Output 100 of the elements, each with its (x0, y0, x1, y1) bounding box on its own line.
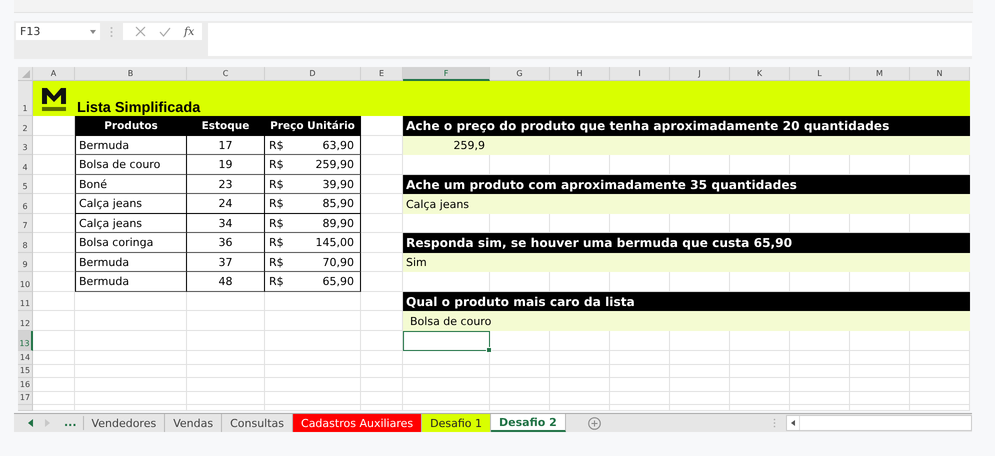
row-header[interactable]: 1 (18, 81, 33, 116)
row-header[interactable]: 14 (18, 351, 33, 365)
row-header[interactable]: 8 (18, 233, 33, 253)
column-header[interactable]: L (790, 67, 850, 81)
empty-cell[interactable] (670, 365, 730, 378)
empty-cell[interactable] (550, 365, 610, 378)
empty-cell[interactable] (730, 405, 790, 411)
sheet-tab[interactable]: Vendedores (84, 414, 166, 432)
empty-cell[interactable] (730, 365, 790, 378)
column-header[interactable]: C (187, 67, 265, 81)
empty-cell[interactable] (187, 378, 265, 392)
row-header[interactable] (18, 405, 33, 411)
column-header[interactable]: K (730, 67, 790, 81)
empty-cell[interactable] (670, 351, 730, 365)
empty-cell[interactable] (403, 365, 490, 378)
select-all-icon[interactable] (22, 70, 30, 78)
empty-cell[interactable] (790, 392, 850, 405)
row-header[interactable]: 9 (18, 253, 33, 272)
empty-cell[interactable] (265, 392, 361, 405)
column-header[interactable]: N (910, 67, 970, 81)
empty-cell[interactable] (790, 365, 850, 378)
column-header[interactable]: M (850, 67, 910, 81)
empty-cell[interactable] (75, 311, 187, 331)
empty-cell[interactable] (265, 331, 361, 351)
row-header[interactable]: 15 (18, 365, 33, 378)
empty-cell[interactable] (187, 365, 265, 378)
empty-cell[interactable] (610, 365, 670, 378)
row-header[interactable]: 7 (18, 214, 33, 233)
column-header[interactable]: I (610, 67, 670, 81)
row-header[interactable]: 4 (18, 155, 33, 175)
empty-cell[interactable] (361, 365, 403, 378)
empty-cell[interactable] (361, 378, 403, 392)
sheet-tab[interactable]: Desafio 1 (422, 414, 492, 432)
name-box[interactable]: F13 (16, 23, 100, 40)
empty-cell[interactable] (670, 405, 730, 411)
add-sheet-icon[interactable] (588, 416, 601, 430)
empty-cell[interactable] (610, 351, 670, 365)
empty-cell[interactable] (75, 365, 187, 378)
empty-cell[interactable] (670, 392, 730, 405)
more-sheets-button[interactable]: ... (56, 416, 84, 430)
empty-cell[interactable] (550, 392, 610, 405)
empty-cell[interactable] (910, 378, 970, 392)
selected-cell[interactable] (403, 331, 490, 351)
empty-cell[interactable] (790, 351, 850, 365)
empty-cell[interactable] (361, 351, 403, 365)
row-header[interactable]: 10 (18, 272, 33, 292)
insert-function-button[interactable]: fx (184, 25, 194, 38)
column-header[interactable]: F (403, 67, 490, 81)
column-header[interactable]: H (550, 67, 610, 81)
empty-cell[interactable] (850, 392, 910, 405)
empty-cell[interactable] (490, 378, 550, 392)
empty-cell[interactable] (75, 351, 187, 365)
empty-cell[interactable] (187, 311, 265, 331)
empty-cell[interactable] (187, 392, 265, 405)
empty-cell[interactable] (730, 351, 790, 365)
empty-cell[interactable] (361, 331, 403, 351)
empty-cell[interactable] (910, 351, 970, 365)
empty-cell[interactable] (850, 378, 910, 392)
cancel-icon[interactable] (135, 26, 146, 37)
empty-cell[interactable] (610, 392, 670, 405)
empty-cell[interactable] (730, 392, 790, 405)
sheet-tab[interactable]: Vendas (165, 414, 222, 432)
column-header[interactable]: D (265, 67, 361, 81)
row-header[interactable]: 3 (18, 136, 33, 155)
empty-cell[interactable] (403, 405, 490, 411)
horizontal-scrollbar[interactable] (786, 415, 972, 431)
empty-cell[interactable] (265, 405, 361, 411)
column-header[interactable]: G (490, 67, 550, 81)
column-header[interactable]: B (75, 67, 187, 81)
empty-cell[interactable] (265, 351, 361, 365)
empty-cell[interactable] (403, 392, 490, 405)
empty-cell[interactable] (550, 378, 610, 392)
empty-cell[interactable] (910, 392, 970, 405)
empty-cell[interactable] (75, 392, 187, 405)
empty-cell[interactable] (730, 378, 790, 392)
empty-cell[interactable] (850, 405, 910, 411)
empty-cell[interactable] (910, 405, 970, 411)
row-header[interactable]: 13 (18, 331, 33, 351)
empty-cell[interactable] (361, 392, 403, 405)
empty-cell[interactable] (265, 365, 361, 378)
empty-cell[interactable] (490, 405, 550, 411)
empty-cell[interactable] (610, 405, 670, 411)
empty-cell[interactable] (403, 378, 490, 392)
empty-cell[interactable] (75, 405, 187, 411)
row-header[interactable]: 12 (18, 311, 33, 331)
sheet-tab[interactable]: Desafio 2 (491, 414, 566, 432)
empty-cell[interactable] (75, 378, 187, 392)
empty-cell[interactable] (910, 365, 970, 378)
check-icon[interactable] (159, 26, 171, 36)
empty-cell[interactable] (265, 378, 361, 392)
row-header[interactable]: 6 (18, 194, 33, 214)
row-header[interactable]: 5 (18, 175, 33, 194)
empty-cell[interactable] (550, 351, 610, 365)
sheet-tab[interactable]: Cadastros Auxiliares (293, 414, 422, 432)
scroll-right-icon[interactable] (45, 419, 50, 427)
empty-cell[interactable] (850, 365, 910, 378)
empty-cell[interactable] (265, 311, 361, 331)
empty-cell[interactable] (490, 392, 550, 405)
empty-cell[interactable] (187, 351, 265, 365)
row-header[interactable]: 16 (18, 378, 33, 392)
